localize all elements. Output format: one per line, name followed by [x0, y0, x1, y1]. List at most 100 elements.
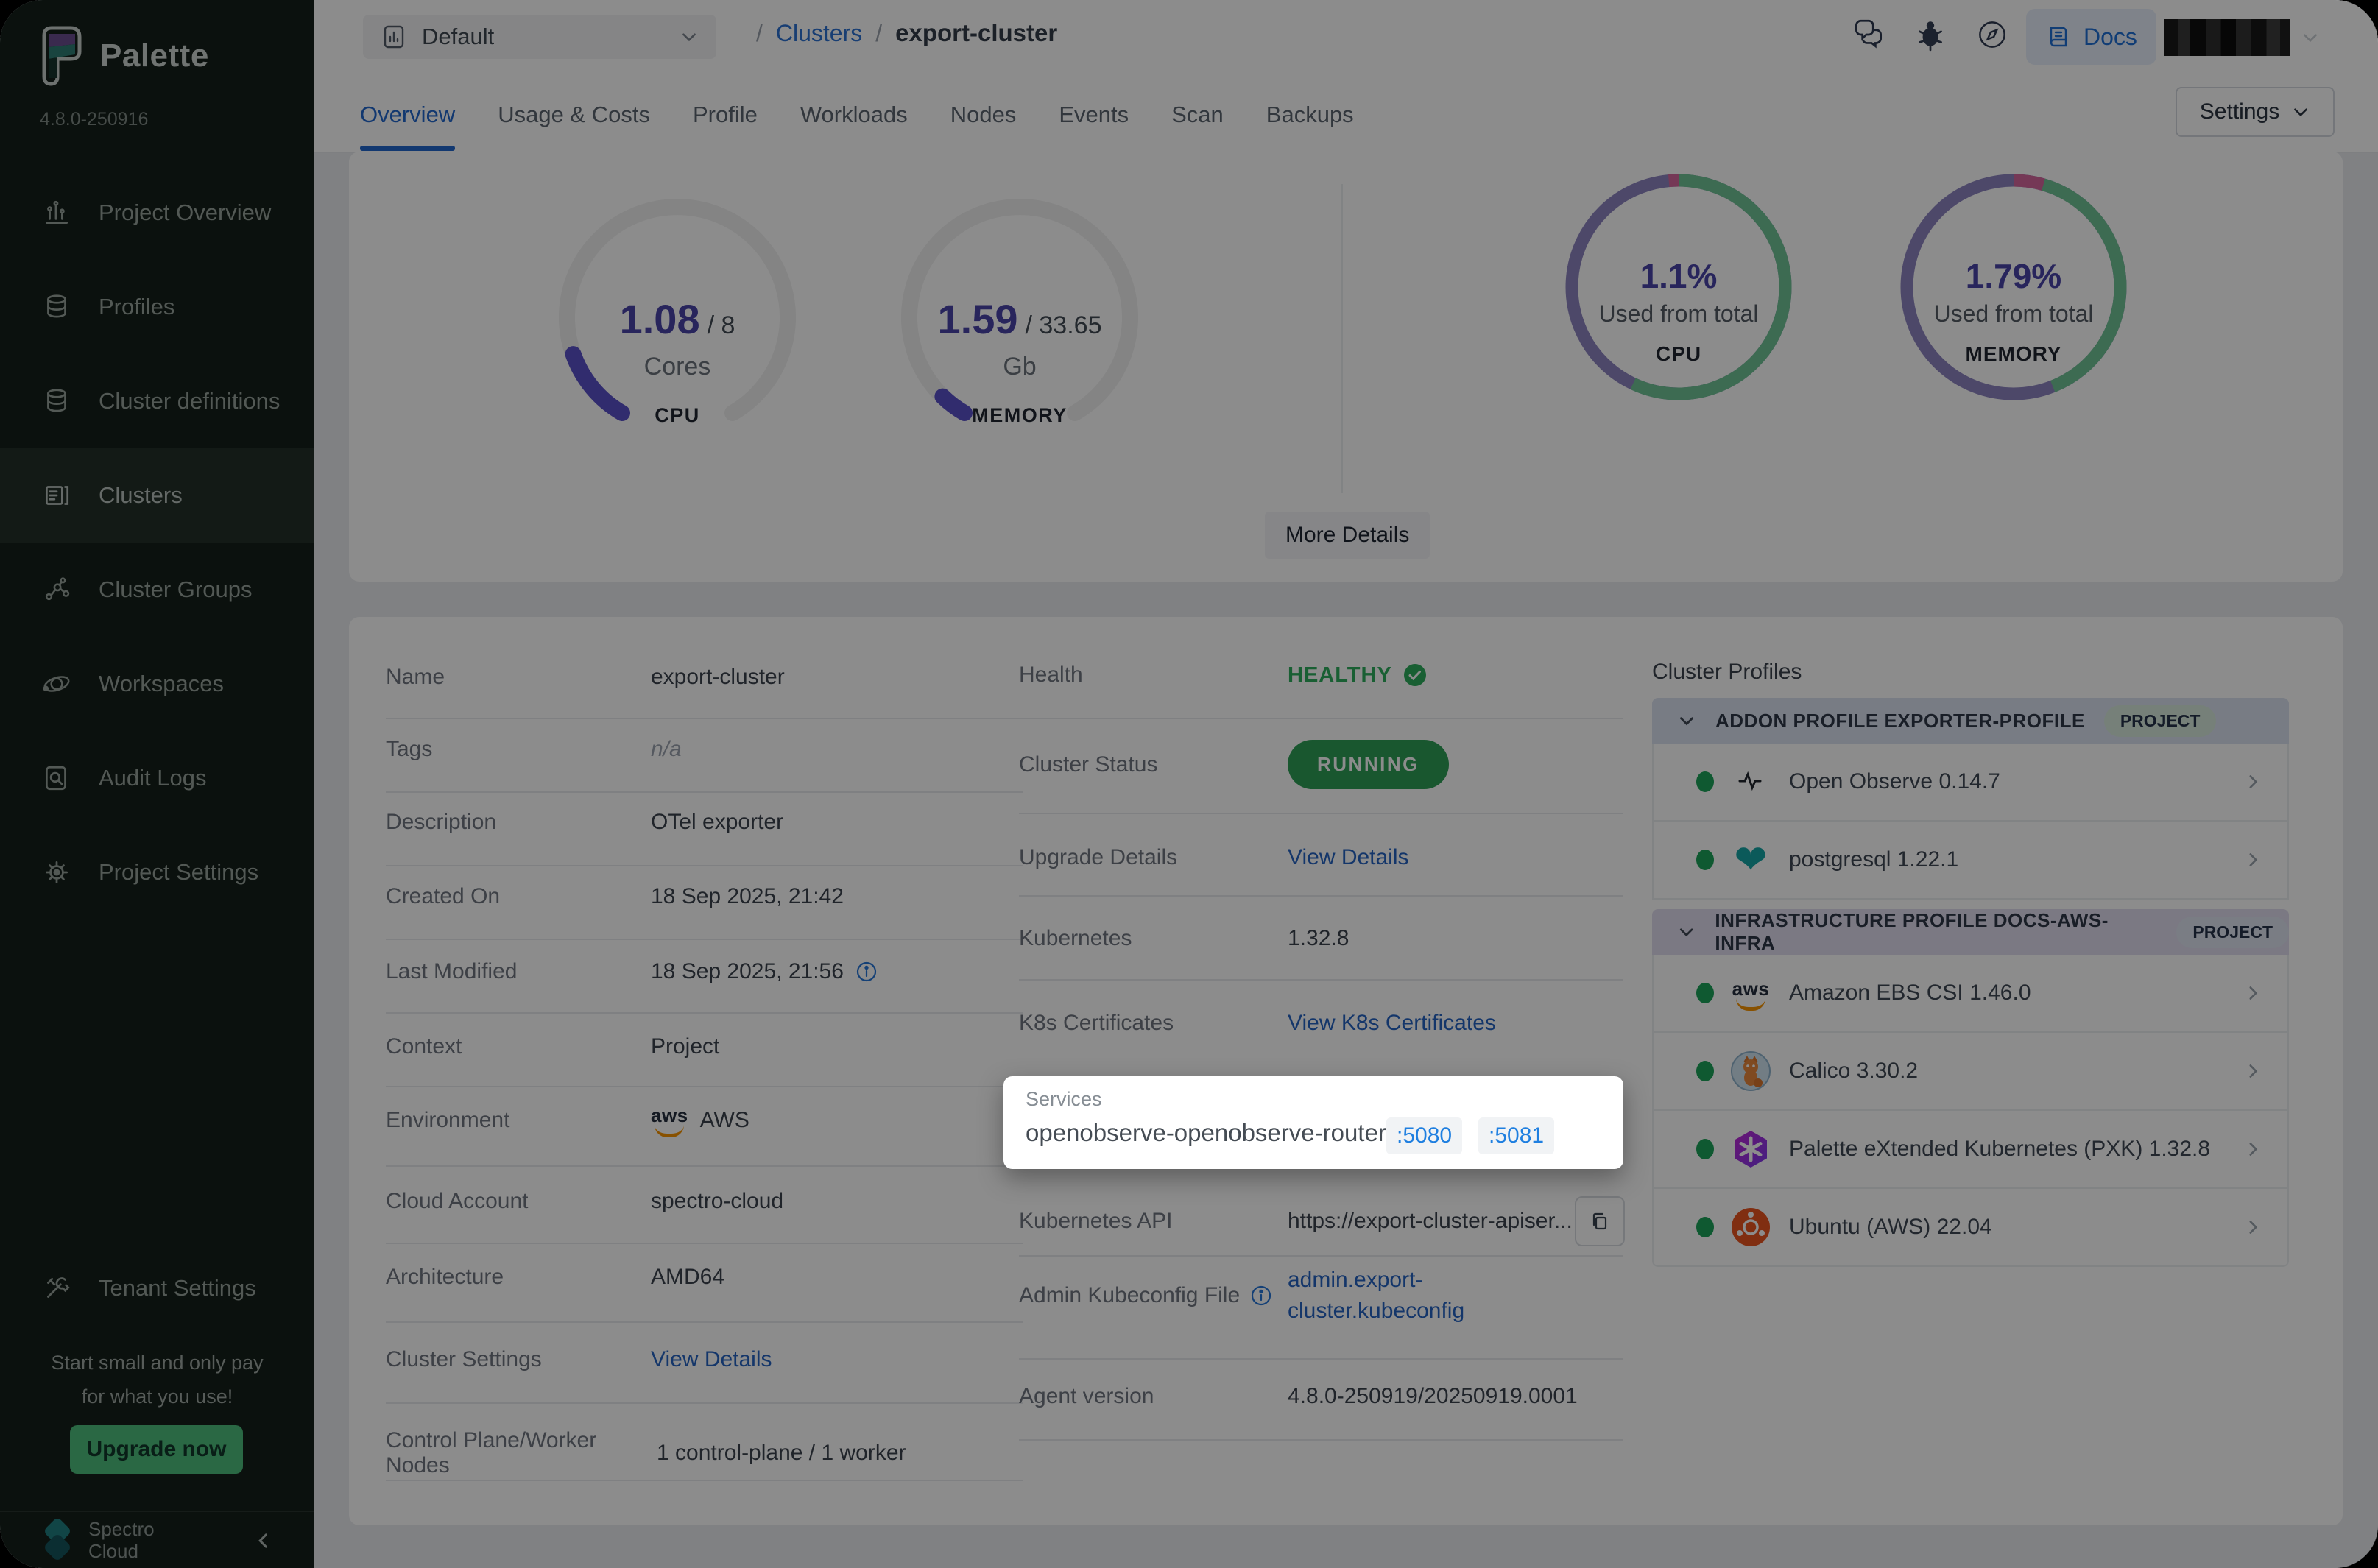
network-icon — [41, 574, 72, 605]
sidebar-item-project-settings[interactable]: Project Settings — [0, 825, 314, 919]
promo-line-2: for what you use! — [0, 1385, 314, 1408]
layers-icon — [41, 292, 72, 322]
info-icon[interactable] — [855, 961, 878, 983]
tab-workloads[interactable]: Workloads — [800, 78, 908, 151]
status-row-admin-kubeconfig: Admin Kubeconfig File admin.export-clust… — [1019, 1265, 1531, 1327]
upgrade-now-button[interactable]: Upgrade now — [70, 1425, 243, 1474]
sidebar-item-clusters[interactable]: Clusters — [0, 448, 314, 543]
pxk-icon — [1730, 1129, 1771, 1170]
profile-layer-ubuntu[interactable]: Ubuntu (AWS) 22.04 — [1652, 1189, 2289, 1267]
cpu-donut-label: CPU — [1561, 342, 1796, 366]
cluster-profiles-title: Cluster Profiles — [1652, 660, 1802, 685]
sidebar-item-cluster-groups[interactable]: Cluster Groups — [0, 543, 314, 637]
tab-backups[interactable]: Backups — [1266, 78, 1354, 151]
cluster-settings-view-details-link[interactable]: View Details — [651, 1347, 772, 1372]
tools-icon — [41, 1273, 72, 1304]
sidebar-item-label: Workspaces — [99, 671, 224, 697]
memory-donut-caption: Used from total — [1896, 300, 2131, 328]
top-bar: Default / Clusters / export-cluster Docs… — [314, 0, 2378, 153]
detail-row-cluster-settings: Cluster Settings View Details — [386, 1347, 772, 1372]
profile-layer-open-observe[interactable]: Open Observe 0.14.7 — [1652, 744, 2289, 822]
addon-profile-group-header[interactable]: ADDON PROFILE EXPORTER-PROFILE PROJECT — [1652, 698, 2289, 744]
service-name: openobserve-openobserve-router — [1026, 1119, 1386, 1147]
cpu-usage-gauge: 1.08/ 8 Cores CPU — [552, 192, 802, 442]
status-row-health: Health HEALTHY — [1019, 663, 1428, 688]
book-icon — [2045, 24, 2072, 50]
settings-button[interactable]: Settings — [2176, 87, 2335, 137]
docs-label: Docs — [2084, 24, 2137, 51]
detail-row-description: Description OTel exporter — [386, 810, 783, 835]
detail-row-architecture: Architecture AMD64 — [386, 1265, 724, 1290]
sidebar-item-profiles[interactable]: Profiles — [0, 260, 314, 354]
chevron-down-icon — [2291, 102, 2310, 121]
services-label: Services — [1026, 1088, 1102, 1111]
service-port-5081-link[interactable]: :5081 — [1478, 1117, 1554, 1154]
sidebar-item-label: Profiles — [99, 294, 174, 320]
chevron-right-icon — [2243, 1062, 2262, 1081]
kubernetes-api-url: https://export-cluster-apiser... — [1288, 1209, 1575, 1234]
sidebar-item-workspaces[interactable]: Workspaces — [0, 637, 314, 731]
detail-row-cloud-account: Cloud Account spectro-cloud — [386, 1189, 783, 1214]
brand-name: Spectro Cloud — [88, 1519, 155, 1563]
aws-icon: aws — [1730, 972, 1771, 1014]
memory-used-value: 1.59 — [938, 296, 1018, 342]
compass-icon[interactable] — [1974, 16, 2011, 53]
bug-icon[interactable] — [1912, 16, 1949, 53]
chevron-right-icon — [2243, 1140, 2262, 1159]
tab-usage-costs[interactable]: Usage & Costs — [498, 78, 650, 151]
chevron-down-icon — [1677, 922, 1696, 942]
spectro-cloud-logo — [37, 1518, 78, 1564]
sidebar-item-label: Cluster definitions — [99, 388, 280, 414]
detail-row-name: Name export-cluster — [386, 665, 785, 690]
tab-profile[interactable]: Profile — [693, 78, 758, 151]
detail-row-nodes: Control Plane/Worker Nodes 1 control-pla… — [386, 1428, 906, 1478]
info-icon[interactable] — [1250, 1285, 1272, 1307]
chevron-right-icon — [2243, 1218, 2262, 1237]
tab-overview[interactable]: Overview — [360, 78, 455, 151]
project-selector[interactable]: Default — [363, 15, 716, 59]
user-menu-chevron-icon[interactable] — [2301, 28, 2320, 47]
sidebar-item-label: Clusters — [99, 482, 183, 509]
copy-api-url-button[interactable] — [1575, 1196, 1625, 1246]
user-name-redacted[interactable] — [2164, 19, 2290, 56]
health-status: HEALTHY — [1288, 663, 1392, 688]
status-dot — [1696, 983, 1714, 1003]
docs-button[interactable]: Docs — [2026, 9, 2156, 65]
profile-layer-pxk[interactable]: Palette eXtended Kubernetes (PXK) 1.32.8 — [1652, 1111, 2289, 1189]
tab-events[interactable]: Events — [1059, 78, 1129, 151]
collapse-sidebar-icon[interactable] — [254, 1530, 275, 1551]
status-dot — [1696, 1061, 1714, 1081]
detail-row-last-modified: Last Modified 18 Sep 2025, 21:56 — [386, 959, 878, 984]
orbit-icon — [41, 668, 72, 699]
view-k8s-certificates-link[interactable]: View K8s Certificates — [1288, 1011, 1496, 1036]
memory-unit: Gb — [895, 353, 1145, 381]
memory-capacity: / 33.65 — [1026, 311, 1102, 339]
gear-icon — [41, 857, 72, 888]
infrastructure-profile-group-header[interactable]: INFRASTRUCTURE PROFILE DOCS-AWS-INFRA PR… — [1652, 909, 2289, 955]
tab-scan[interactable]: Scan — [1171, 78, 1224, 151]
profile-layer-amazon-ebs-csi[interactable]: aws Amazon EBS CSI 1.46.0 — [1652, 955, 2289, 1033]
sidebar-item-audit-logs[interactable]: Audit Logs — [0, 731, 314, 825]
more-details-button[interactable]: More Details — [1265, 512, 1430, 559]
cpu-total-donut: 1.1% Used from total CPU — [1561, 169, 1796, 405]
open-observe-icon — [1730, 761, 1771, 802]
cpu-donut-caption: Used from total — [1561, 300, 1796, 328]
chat-icon[interactable] — [1850, 16, 1887, 53]
profile-layer-postgresql[interactable]: ❤ postgresql 1.22.1 — [1652, 822, 2289, 900]
sidebar-item-project-overview[interactable]: Project Overview — [0, 166, 314, 260]
tab-nodes[interactable]: Nodes — [950, 78, 1017, 151]
upgrade-view-details-link[interactable]: View Details — [1288, 845, 1409, 870]
sidebar-item-cluster-definitions[interactable]: Cluster definitions — [0, 354, 314, 448]
kubernetes-version: 1.32.8 — [1288, 926, 1349, 951]
breadcrumb-clusters-link[interactable]: Clusters — [776, 20, 862, 47]
status-row-kubernetes: Kubernetes 1.32.8 — [1019, 926, 1349, 951]
profile-layer-calico[interactable]: Calico 3.30.2 — [1652, 1033, 2289, 1111]
sidebar-item-tenant-settings[interactable]: Tenant Settings — [0, 1241, 314, 1335]
detail-row-environment: Environment aws AWS — [386, 1103, 749, 1137]
cpu-used-value: 1.08 — [620, 296, 700, 342]
service-port-5080-link[interactable]: :5080 — [1386, 1117, 1462, 1154]
detail-row-context: Context Project — [386, 1034, 719, 1059]
admin-kubeconfig-link[interactable]: admin.export-cluster.kubeconfig — [1288, 1265, 1531, 1327]
status-dot — [1696, 1217, 1714, 1237]
status-row-k8s-certificates: K8s Certificates View K8s Certificates — [1019, 1011, 1496, 1036]
